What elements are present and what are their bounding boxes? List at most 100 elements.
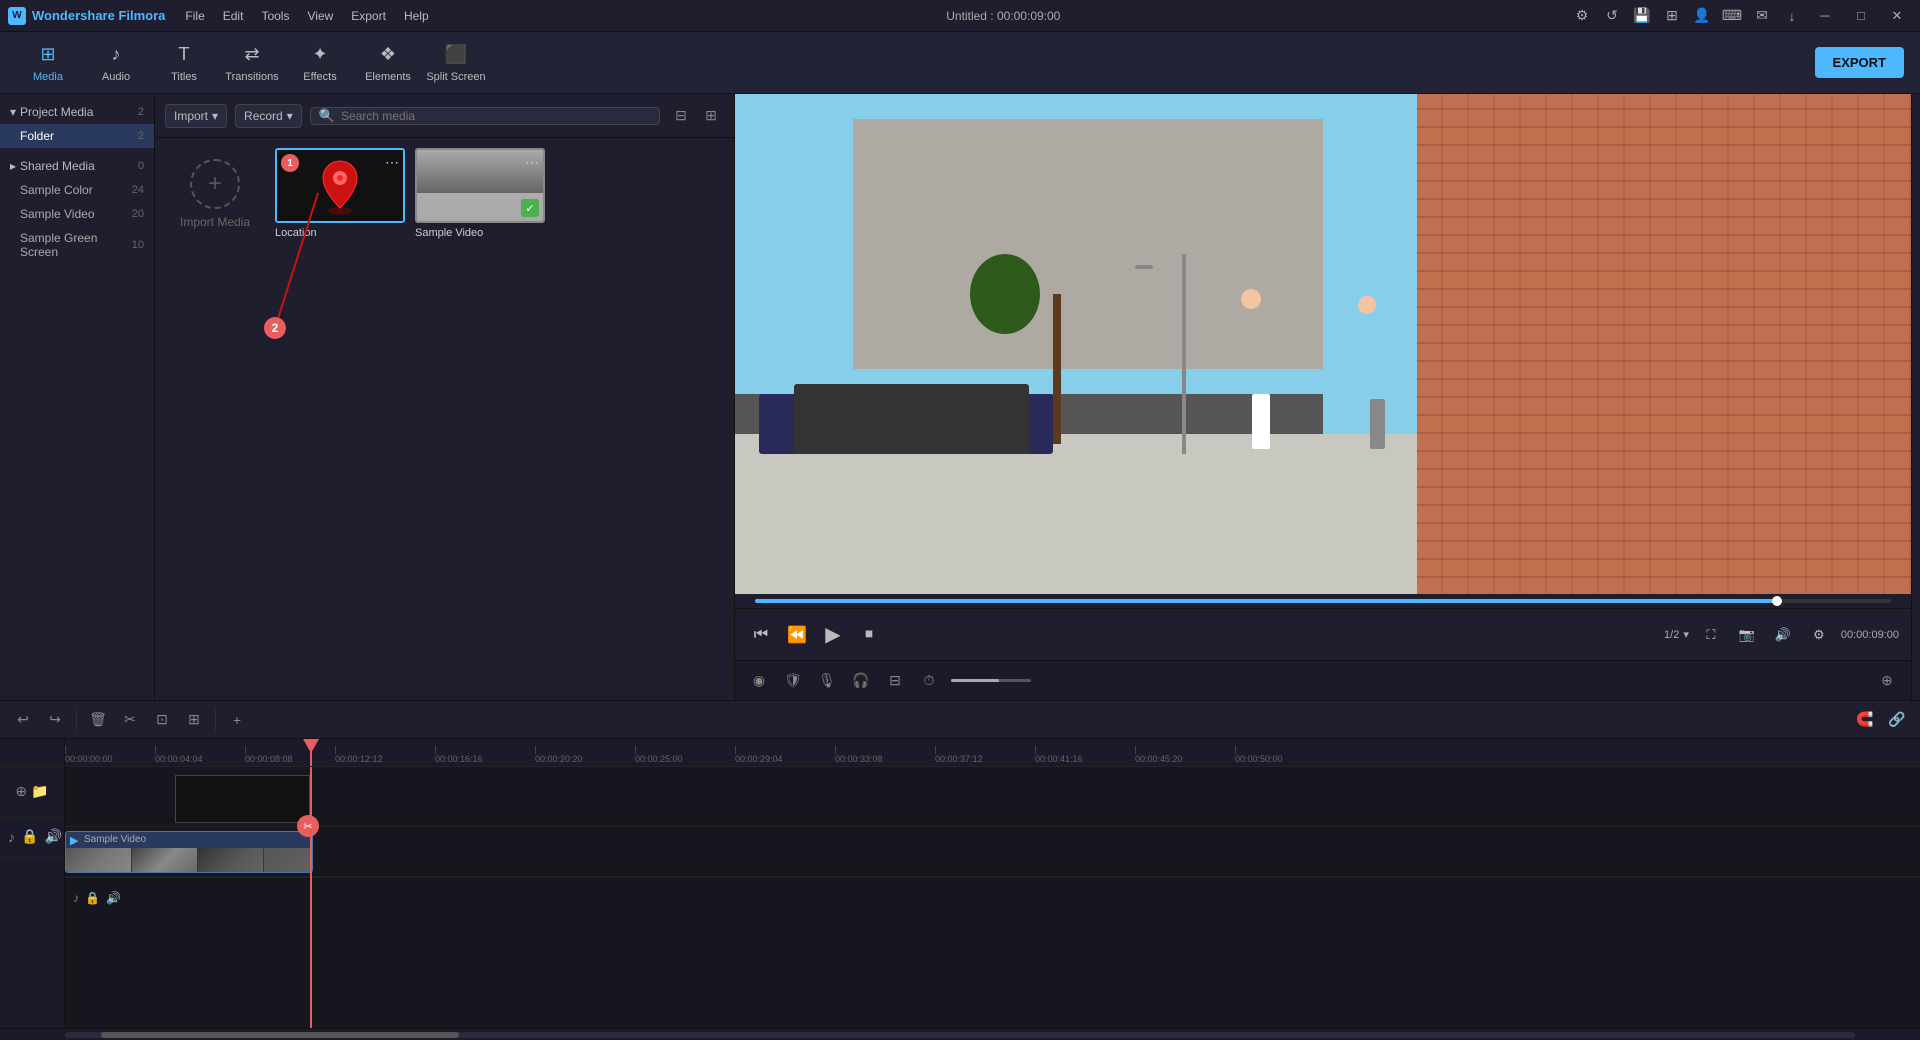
import-media-item[interactable]: + Import Media: [165, 148, 265, 239]
menu-export[interactable]: Export: [343, 5, 394, 27]
chevron-down-icon: ▾: [10, 105, 16, 119]
location-thumbnail[interactable]: 1 ⋯: [275, 148, 405, 223]
tab-transitions[interactable]: ⇄ Transitions: [220, 37, 284, 89]
audio-lock-icon[interactable]: 🔒: [85, 891, 100, 905]
redo-button[interactable]: ↪: [42, 707, 68, 733]
folder-track-icon[interactable]: 📁: [31, 783, 48, 800]
progress-bar-area[interactable]: [735, 594, 1911, 608]
download-icon[interactable]: ↓: [1780, 4, 1804, 28]
volume-icon[interactable]: 🔊: [1769, 621, 1797, 649]
menu-help[interactable]: Help: [396, 5, 437, 27]
playhead-line-ruler: [310, 739, 312, 766]
stop-button[interactable]: ⏹: [855, 621, 883, 649]
video-track[interactable]: ▶ Sample Video ✂: [65, 827, 1920, 877]
tab-titles[interactable]: T Titles: [152, 37, 216, 89]
search-input[interactable]: [341, 109, 651, 123]
auto-icon[interactable]: ⊕: [1875, 669, 1899, 693]
refresh-icon[interactable]: ↺: [1600, 4, 1624, 28]
sidebar-sample-color-count: 24: [132, 184, 144, 196]
timeline-tracks: ▶ Sample Video ✂: [65, 767, 1920, 1028]
ruler-mark-4: 00:00:16:16: [435, 746, 535, 764]
lock-track-icon[interactable]: 🔒: [21, 828, 38, 845]
elements-icon: ❖: [376, 43, 400, 67]
keyboard-icon[interactable]: ⌨: [1720, 4, 1744, 28]
zoom-chevron-icon: ▾: [1683, 628, 1689, 641]
media-item-sample-video[interactable]: ⋯ ✓ Sample Video: [415, 148, 545, 239]
timeline-ruler: 00:00:00:00 00:00:04:04 00:00:08:08 00:0…: [65, 739, 1920, 767]
media-search-bar[interactable]: 🔍: [310, 107, 660, 125]
tab-media[interactable]: ⊞ Media: [16, 37, 80, 89]
sample-video-thumbnail[interactable]: ⋯ ✓: [415, 148, 545, 223]
timeline-toolbar: ↩ ↪ 🗑 ✂ ⊡ ⊞ + 🧲 🔗: [0, 701, 1920, 739]
align-button[interactable]: ⊞: [181, 707, 207, 733]
volume-track-icon[interactable]: 🔊: [44, 828, 61, 845]
import-circle[interactable]: +: [190, 159, 240, 209]
profile-icon[interactable]: 👤: [1690, 4, 1714, 28]
link-button[interactable]: 🔗: [1884, 707, 1910, 733]
crop-timeline-button[interactable]: ⊡: [149, 707, 175, 733]
shield-icon[interactable]: 🛡: [781, 669, 805, 693]
preview-progress-bar[interactable]: [755, 599, 1891, 603]
menu-file[interactable]: File: [177, 5, 212, 27]
tab-elements[interactable]: ❖ Elements: [356, 37, 420, 89]
audio-volume-icon[interactable]: 🔊: [106, 891, 121, 905]
tab-transitions-label: Transitions: [225, 71, 278, 83]
volume-slider[interactable]: [951, 679, 1031, 682]
filter-icon[interactable]: ⊟: [668, 103, 694, 129]
video-clip[interactable]: ▶ Sample Video: [65, 831, 313, 873]
mic-icon[interactable]: 🎙: [815, 669, 839, 693]
undo-button[interactable]: ↩: [10, 707, 36, 733]
tab-split-screen[interactable]: ⬛ Split Screen: [424, 37, 488, 89]
sidebar-project-media-header[interactable]: ▾ Project Media 2: [0, 100, 154, 124]
sidebar-item-folder[interactable]: Folder 2: [0, 124, 154, 148]
add-track-button[interactable]: +: [224, 707, 250, 733]
fullscreen-icon[interactable]: ⛶: [1697, 621, 1725, 649]
render-icon[interactable]: ◉: [747, 669, 771, 693]
menu-edit[interactable]: Edit: [215, 5, 252, 27]
timeline-scrollbar[interactable]: [0, 1028, 1920, 1040]
audio-track: ♪ 🔒 🔊: [65, 877, 1920, 917]
delete-button[interactable]: 🗑: [85, 707, 111, 733]
tab-effects[interactable]: ✦ Effects: [288, 37, 352, 89]
sidebar-shared-media-header[interactable]: ▸ Shared Media 0: [0, 154, 154, 178]
sidebar-sample-color-label: Sample Color: [20, 183, 93, 197]
headphone-icon[interactable]: 🎧: [849, 669, 873, 693]
import-dropdown[interactable]: Import ▾: [165, 104, 227, 128]
search-icon: 🔍: [319, 108, 335, 124]
sidebar-item-sample-video[interactable]: Sample Video 20: [0, 202, 154, 226]
screenshot-icon[interactable]: 📷: [1733, 621, 1761, 649]
menu-view[interactable]: View: [299, 5, 341, 27]
cut-button[interactable]: ✂: [117, 707, 143, 733]
crop-icon[interactable]: ⊟: [883, 669, 907, 693]
mail-icon[interactable]: ✉: [1750, 4, 1774, 28]
maximize-button[interactable]: □: [1846, 5, 1876, 27]
sidebar-item-sample-green-screen[interactable]: Sample Green Screen 10: [0, 226, 154, 264]
export-button[interactable]: EXPORT: [1815, 47, 1904, 78]
grid-icon[interactable]: ⊞: [1660, 4, 1684, 28]
step-back-button[interactable]: ⏪: [783, 621, 811, 649]
main-area: ▾ Project Media 2 Folder 2 ▸ Shared Medi…: [0, 94, 1920, 700]
record-dropdown[interactable]: Record ▾: [235, 104, 302, 128]
add-track-icon[interactable]: ⊕: [15, 783, 27, 800]
scrollbar-track[interactable]: [65, 1032, 1855, 1038]
play-button[interactable]: ▶: [819, 621, 847, 649]
preview-time: 00:00:09:00: [1841, 629, 1899, 641]
skip-back-button[interactable]: ⏮: [747, 621, 775, 649]
tab-audio[interactable]: ♪ Audio: [84, 37, 148, 89]
media-item-location[interactable]: 1 ⋯ Location: [275, 148, 405, 239]
sidebar-item-sample-color[interactable]: Sample Color 24: [0, 178, 154, 202]
checkmark-icon: ✓: [521, 199, 539, 217]
progress-thumb[interactable]: [1772, 596, 1782, 606]
view-toggle-icon[interactable]: ⊞: [698, 103, 724, 129]
minimize-button[interactable]: ─: [1810, 5, 1840, 27]
timeline-content: 00:00:00:00 00:00:04:04 00:00:08:08 00:0…: [65, 739, 1920, 1028]
settings-icon[interactable]: ⚙: [1570, 4, 1594, 28]
menu-tools[interactable]: Tools: [253, 5, 297, 27]
save-icon[interactable]: 💾: [1630, 4, 1654, 28]
scrollbar-thumb[interactable]: [101, 1032, 459, 1038]
timer-icon[interactable]: ⏱: [917, 669, 941, 693]
settings-preview-icon[interactable]: ⚙: [1805, 621, 1833, 649]
close-button[interactable]: ✕: [1882, 5, 1912, 27]
magnet-button[interactable]: 🧲: [1852, 707, 1878, 733]
ruler-mark-8: 00:00:33:08: [835, 746, 935, 764]
